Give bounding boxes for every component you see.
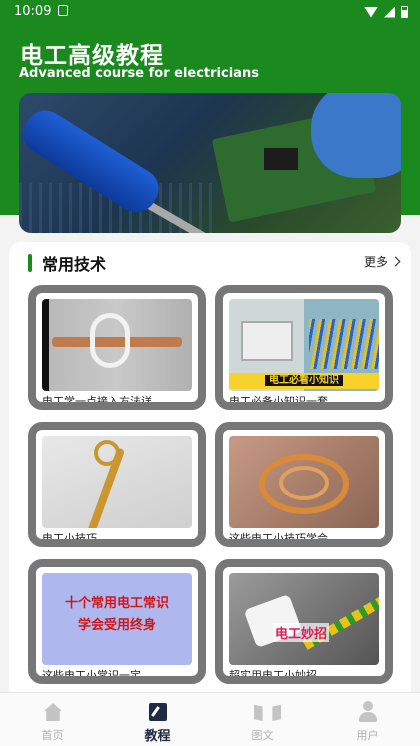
notification-icon [58,5,68,16]
cell-signal-icon [384,6,395,18]
tutorial-tile[interactable]: 这些电工小技巧学会 [215,422,393,547]
tab-home[interactable]: 首页 [0,693,105,746]
thumb-coil-inner [279,466,329,500]
course-icon [149,703,167,721]
section-accent-bar [28,254,32,272]
tutorial-caption: 这些电工小技巧学会 [229,532,328,540]
tab-label: 图文 [251,729,274,742]
tutorial-thumbnail [42,299,192,391]
tab-course[interactable]: 教程 [105,693,210,746]
book-icon [254,704,263,721]
tab-label: 用户 [356,729,379,742]
tutorial-tile[interactable]: 电工必看小知识 电工必备小知识一套 [215,285,393,410]
thumb-wire-loop [90,313,130,368]
thumb-label: 电工妙招 [273,623,330,642]
tutorial-thumbnail: 十个常用电工常识 学会受用终身 [42,573,192,665]
chevron-right-icon [390,256,401,267]
more-label: 更多 [363,255,388,269]
more-link[interactable]: 更多 [363,253,401,270]
tab-user[interactable]: 用户 [315,693,420,746]
tutorial-thumbnail: 电工必看小知识 [229,299,379,391]
banner-glove [311,93,401,178]
thumb-wires [309,319,379,369]
status-bar: 10:09 [0,0,420,24]
tutorial-caption: 超实用电工小妙招 [229,669,317,677]
tutorial-thumbnail: 电工妙招 [229,573,379,665]
tutorial-thumbnail [229,436,379,528]
page-subtitle: Advanced course for electricians [19,66,259,81]
tutorial-tile[interactable]: 电工小技巧 [28,422,206,547]
wifi-icon [364,6,378,18]
common-tech-card: 常用技术 更多 电工学一点接入方法详 电工必看小知识 电工必备小知识一套 电工小… [9,242,411,702]
tab-articles[interactable]: 图文 [210,693,315,746]
section-title: 常用技术 [42,255,107,274]
tutorial-caption: 电工学一点接入方法详 [42,395,152,403]
page-title: 电工高级教程 [20,43,164,69]
status-icons [364,6,408,18]
tutorial-thumbnail [42,436,192,528]
tutorial-caption: 这些电工小常识一定 [42,669,141,677]
tutorial-tile[interactable]: 电工学一点接入方法详 [28,285,206,410]
thumb-label: 电工必看小知识 [229,373,379,389]
thumb-text: 十个常用电工常识 学会受用终身 [42,593,192,637]
user-icon-body [359,712,377,722]
tutorial-tile[interactable]: 十个常用电工常识 学会受用终身 这些电工小常识一定 [28,559,206,684]
tutorial-caption: 电工小技巧 [42,532,97,540]
user-icon [363,701,373,711]
bottom-tab-bar: 首页 教程 图文 用户 [0,692,420,746]
banner-image[interactable] [19,93,401,233]
status-time: 10:09 [14,4,52,19]
banner-chip [264,148,298,170]
thumb-text-line: 十个常用电工常识 [64,596,169,611]
home-icon [44,703,62,721]
tab-label: 首页 [41,729,64,742]
tutorial-caption: 电工必备小知识一套 [229,395,328,403]
tab-label: 教程 [144,729,171,744]
thumb-switch-box [241,321,293,361]
thumb-text-line: 学会受用终身 [77,618,156,633]
thumb-hook [94,440,120,466]
tutorial-tile[interactable]: 电工妙招 超实用电工小妙招 [215,559,393,684]
book-icon-right [272,704,281,721]
battery-icon [401,6,408,18]
